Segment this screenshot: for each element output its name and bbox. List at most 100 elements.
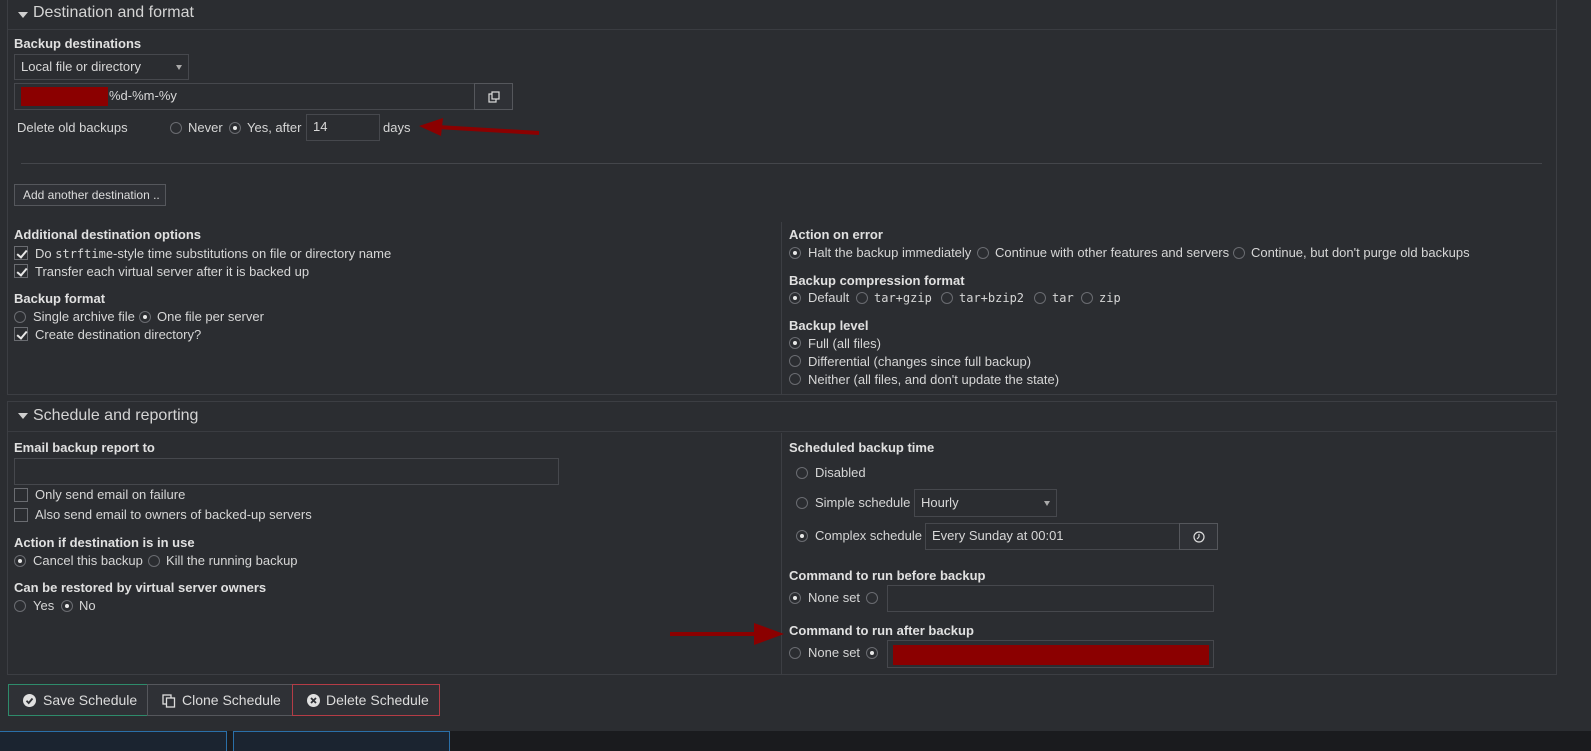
- destination-format-header[interactable]: Destination and format: [8, 0, 1556, 30]
- save-schedule-button[interactable]: Save Schedule: [8, 684, 148, 716]
- before-none-radio[interactable]: [789, 592, 801, 604]
- after-none-radio[interactable]: [789, 647, 801, 659]
- transfer-checkbox[interactable]: [14, 264, 28, 278]
- transfer-label: Transfer each virtual server after it is…: [35, 264, 310, 279]
- also-owners-label: Also send email to owners of backed-up s…: [35, 507, 312, 522]
- restored-yes-radio[interactable]: [14, 600, 26, 612]
- continue-nopurge-radio[interactable]: [1233, 247, 1245, 259]
- restored-no-radio[interactable]: [61, 600, 73, 612]
- destination-type-value: Local file or directory: [21, 59, 141, 74]
- continue-other-label: Continue with other features and servers: [995, 245, 1230, 260]
- bottom-tab[interactable]: [233, 731, 450, 751]
- destination-format-panel: Destination and format: [7, 0, 1557, 395]
- add-destination-button[interactable]: Add another destination ..: [14, 184, 166, 206]
- backup-level-label: Backup level: [789, 318, 869, 333]
- before-none-label: None set: [808, 590, 861, 605]
- level-neither-label: Neither (all files, and don't update the…: [808, 372, 1060, 387]
- complex-schedule-input[interactable]: Every Sunday at 00:01: [925, 523, 1180, 550]
- compression-default-radio[interactable]: [789, 292, 801, 304]
- strftime-checkbox[interactable]: [14, 246, 28, 260]
- level-full-label: Full (all files): [808, 336, 881, 351]
- times-circle-icon: [307, 694, 320, 707]
- delete-schedule-label: Delete Schedule: [326, 692, 429, 708]
- file-chooser-icon: [488, 91, 500, 103]
- level-neither-radio[interactable]: [789, 373, 801, 385]
- restored-by-owners-label: Can be restored by virtual server owners: [14, 580, 267, 595]
- backup-format-label: Backup format: [14, 291, 106, 306]
- dest-in-use-label: Action if destination is in use: [14, 535, 195, 550]
- dropdown-arrow-icon: [176, 65, 182, 70]
- file-chooser-button[interactable]: [474, 83, 513, 110]
- delete-schedule-button[interactable]: Delete Schedule: [292, 684, 440, 716]
- schedule-disabled-label: Disabled: [815, 465, 866, 480]
- kill-backup-radio[interactable]: [148, 555, 160, 567]
- level-diff-radio[interactable]: [789, 355, 801, 367]
- after-none-label: None set: [808, 645, 861, 660]
- dropdown-arrow-icon: [1044, 501, 1050, 506]
- clock-icon: [1193, 531, 1205, 543]
- panel-title: Schedule and reporting: [33, 407, 199, 424]
- path-suffix: %d-%m-%y: [109, 88, 177, 103]
- days-label: days: [383, 120, 411, 135]
- single-archive-radio[interactable]: [14, 311, 26, 323]
- check-circle-icon: [23, 694, 36, 707]
- strftime-pre: Do: [35, 246, 52, 261]
- destination-path-input[interactable]: %d-%m-%y: [14, 83, 475, 110]
- clone-schedule-button[interactable]: Clone Schedule: [147, 684, 293, 716]
- compression-zip-radio[interactable]: [1081, 292, 1093, 304]
- only-failure-checkbox[interactable]: [14, 488, 28, 502]
- restored-yes-label: Yes: [33, 598, 55, 613]
- halt-radio[interactable]: [789, 247, 801, 259]
- command-before-input[interactable]: [887, 585, 1214, 612]
- one-file-label: One file per server: [157, 309, 264, 324]
- destination-type-select[interactable]: Local file or directory: [14, 54, 189, 80]
- compression-tar-radio[interactable]: [1034, 292, 1046, 304]
- days-input[interactable]: 14: [306, 114, 380, 141]
- simple-schedule-value: Hourly: [921, 495, 959, 510]
- single-archive-label: Single archive file: [33, 309, 135, 324]
- compression-tar-label: tar: [1052, 291, 1074, 305]
- collapse-caret-icon[interactable]: [18, 12, 28, 18]
- schedule-picker-button[interactable]: [1179, 523, 1218, 550]
- compression-tarbzip2-radio[interactable]: [941, 292, 953, 304]
- also-owners-checkbox[interactable]: [14, 508, 28, 522]
- before-command-radio[interactable]: [866, 592, 878, 604]
- cancel-backup-label: Cancel this backup: [33, 553, 143, 568]
- command-before-label: Command to run before backup: [789, 568, 986, 583]
- continue-other-radio[interactable]: [977, 247, 989, 259]
- bottom-tab[interactable]: [0, 731, 227, 751]
- email-report-input[interactable]: [14, 458, 559, 485]
- compression-targzip-label: tar+gzip: [874, 291, 932, 305]
- schedule-complex-radio[interactable]: [796, 530, 808, 542]
- only-failure-label: Only send email on failure: [35, 487, 186, 502]
- schedule-simple-label: Simple schedule: [815, 495, 911, 510]
- after-command-radio[interactable]: [866, 647, 878, 659]
- compression-tarbzip2-label: tar+bzip2: [959, 291, 1025, 305]
- delete-yes-after-radio[interactable]: [229, 122, 241, 134]
- strftime-code: strftime: [55, 247, 114, 261]
- delete-never-radio[interactable]: [170, 122, 182, 134]
- level-full-radio[interactable]: [789, 337, 801, 349]
- action-on-error-label: Action on error: [789, 227, 883, 242]
- delete-never-label: Never: [188, 120, 223, 135]
- schedule-reporting-header[interactable]: Schedule and reporting: [8, 402, 1556, 432]
- compression-default-label: Default: [808, 290, 850, 305]
- compression-targzip-radio[interactable]: [856, 292, 868, 304]
- command-after-input[interactable]: [887, 640, 1214, 668]
- kill-backup-label: Kill the running backup: [166, 553, 298, 568]
- annotation-arrow-icon: [670, 623, 784, 645]
- simple-schedule-select[interactable]: Hourly: [914, 489, 1057, 517]
- email-report-label: Email backup report to: [14, 440, 155, 455]
- compression-label: Backup compression format: [789, 273, 965, 288]
- cancel-backup-radio[interactable]: [14, 555, 26, 567]
- halt-label: Halt the backup immediately: [808, 245, 972, 260]
- schedule-simple-radio[interactable]: [796, 497, 808, 509]
- collapse-caret-icon[interactable]: [18, 413, 28, 419]
- one-file-radio[interactable]: [139, 311, 151, 323]
- clone-schedule-label: Clone Schedule: [182, 692, 281, 708]
- redacted-block: [893, 645, 1209, 665]
- schedule-disabled-radio[interactable]: [796, 467, 808, 479]
- create-dir-checkbox[interactable]: [14, 327, 28, 341]
- level-diff-label: Differential (changes since full backup): [808, 354, 1032, 369]
- strftime-label: Do strftime-style time substitutions on …: [35, 246, 391, 261]
